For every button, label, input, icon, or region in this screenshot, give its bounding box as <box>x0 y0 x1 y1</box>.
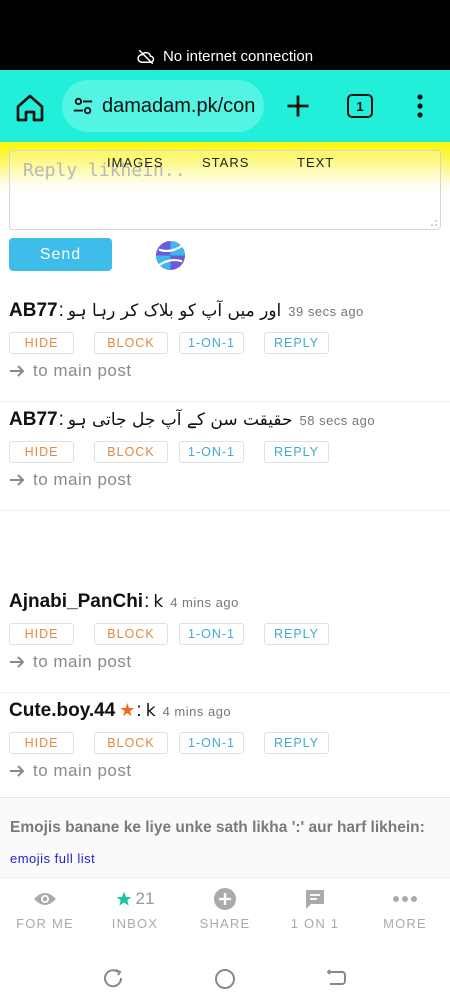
comment-time: 39 secs ago <box>288 304 364 319</box>
tab-stars[interactable]: STARS <box>202 155 249 170</box>
more-dots-icon <box>393 896 417 902</box>
cloud-off-icon <box>137 49 155 64</box>
reply-media-tabs: IMAGES STARS TEXT <box>0 155 450 171</box>
comment-username[interactable]: Ajnabi_PanChi <box>9 591 143 613</box>
to-main-post-text[interactable]: to main post <box>33 761 132 781</box>
app-screen: No internet connection damadam.pk/con 1 <box>0 0 450 1008</box>
chat-bubble-icon <box>306 890 324 909</box>
comment-item: Ajnabi_PanChi : k 4 mins ago HIDE BLOCK … <box>0 591 450 693</box>
back-icon[interactable] <box>327 968 347 988</box>
block-button[interactable]: BLOCK <box>94 623 168 645</box>
to-main-post-link[interactable]: to main post <box>9 761 132 781</box>
one-on-one-button[interactable]: 1-ON-1 <box>179 732 244 754</box>
arrow-right-icon <box>10 365 25 377</box>
comment-header: AB77 : حقیقت سن کے آپ جل جاتی ہو 58 secs… <box>9 409 375 439</box>
loading-spinner-icon <box>155 240 186 271</box>
eye-icon <box>34 893 56 905</box>
comment-header: AB77 : اور میں آپ کو بلاک کر رہا ہو 39 s… <box>9 300 364 330</box>
to-main-post-text[interactable]: to main post <box>33 361 132 381</box>
comment-username[interactable]: AB77 <box>9 409 58 431</box>
block-button[interactable]: BLOCK <box>94 332 168 354</box>
one-on-one-button[interactable]: 1-ON-1 <box>179 332 244 354</box>
nav-label: SHARE <box>199 916 251 931</box>
url-text[interactable]: damadam.pk/con <box>102 95 255 118</box>
inbox-count: 21 <box>135 889 155 908</box>
one-on-one-button[interactable]: 1-ON-1 <box>179 441 244 463</box>
arrow-right-icon <box>10 474 25 486</box>
comment-header: Ajnabi_PanChi : k 4 mins ago <box>9 591 239 621</box>
reply-button[interactable]: REPLY <box>264 732 329 754</box>
resize-grip-icon[interactable] <box>431 220 437 226</box>
colon-separator: : <box>136 700 142 721</box>
comment-item: AB77 : حقیقت سن کے آپ جل جاتی ہو 58 secs… <box>0 409 450 511</box>
colon-separator: : <box>58 300 64 321</box>
comment-message: k <box>153 592 164 612</box>
to-main-post-link[interactable]: to main post <box>9 470 132 490</box>
comment-item: AB77 : اور میں آپ کو بلاک کر رہا ہو 39 s… <box>0 300 450 402</box>
nav-share[interactable]: SHARE <box>180 886 270 938</box>
block-button[interactable]: BLOCK <box>94 441 168 463</box>
nav-label: INBOX <box>111 916 159 931</box>
comment-header: Cute.boy.44 ★ : k 4 mins ago <box>9 700 231 730</box>
tab-text[interactable]: TEXT <box>297 155 334 170</box>
reply-button[interactable]: REPLY <box>264 332 329 354</box>
nav-label: MORE <box>383 916 427 931</box>
site-settings-icon[interactable] <box>72 95 94 117</box>
emoji-hint-text: Emojis banane ke liye unke sath likha ':… <box>10 819 425 836</box>
hide-button[interactable]: HIDE <box>9 441 74 463</box>
home-circle-icon[interactable] <box>214 968 236 990</box>
hide-button[interactable]: HIDE <box>9 623 74 645</box>
comment-message: اور میں آپ کو بلاک کر رہا ہو <box>67 301 282 321</box>
system-navigation-bar <box>0 942 450 1008</box>
nav-one-on-one[interactable]: 1 ON 1 <box>270 886 360 938</box>
arrow-right-icon <box>10 656 25 668</box>
new-tab-icon[interactable] <box>284 92 312 120</box>
nav-for-me[interactable]: FOR ME <box>0 886 90 938</box>
reply-button[interactable]: REPLY <box>264 441 329 463</box>
comment-username[interactable]: Cute.boy.44 <box>9 700 115 722</box>
colon-separator: : <box>58 409 64 430</box>
comment-time: 4 mins ago <box>162 704 232 719</box>
network-status-text: No internet connection <box>162 48 314 65</box>
url-bar[interactable]: damadam.pk/con <box>62 80 264 132</box>
reply-button[interactable]: REPLY <box>264 623 329 645</box>
recents-icon[interactable] <box>103 968 123 988</box>
comment-time: 58 secs ago <box>299 413 376 428</box>
tab-switcher-button[interactable]: 1 <box>347 94 373 118</box>
tab-images[interactable]: IMAGES <box>107 155 164 170</box>
comment-time: 4 mins ago <box>170 595 239 610</box>
nav-label: 1 ON 1 <box>290 916 340 931</box>
block-button[interactable]: BLOCK <box>94 732 168 754</box>
colon-separator: : <box>144 591 150 612</box>
comment-username[interactable]: AB77 <box>9 300 58 322</box>
star-icon <box>116 891 131 906</box>
nav-inbox[interactable]: 21 INBOX <box>90 886 180 938</box>
hide-button[interactable]: HIDE <box>9 332 74 354</box>
to-main-post-link[interactable]: to main post <box>9 361 132 381</box>
plus-circle-icon <box>214 888 236 910</box>
to-main-post-link[interactable]: to main post <box>9 652 132 672</box>
nav-more[interactable]: MORE <box>360 886 450 938</box>
overflow-menu-icon[interactable] <box>408 92 432 120</box>
to-main-post-text[interactable]: to main post <box>33 470 132 490</box>
network-status: No internet connection <box>0 48 450 65</box>
one-on-one-button[interactable]: 1-ON-1 <box>179 623 244 645</box>
bottom-navigation: FOR ME 21 INBOX SHARE 1 ON 1 MORE <box>0 877 450 942</box>
arrow-right-icon <box>10 765 25 777</box>
emoji-help-panel: Emojis banane ke liye unke sath likha ':… <box>0 797 450 877</box>
emojis-full-list-link[interactable]: emojis full list <box>10 851 95 866</box>
nav-label: FOR ME <box>16 916 74 931</box>
star-badge-icon: ★ <box>119 700 136 721</box>
hide-button[interactable]: HIDE <box>9 732 74 754</box>
comment-item: Cute.boy.44 ★ : k 4 mins ago HIDE BLOCK … <box>0 700 450 802</box>
comment-message: حقیقت سن کے آپ جل جاتی ہو <box>67 410 293 430</box>
browser-toolbar: damadam.pk/con 1 <box>0 70 450 142</box>
send-button[interactable]: Send <box>9 238 112 271</box>
comment-message: k <box>145 701 156 721</box>
to-main-post-text[interactable]: to main post <box>33 652 132 672</box>
home-icon[interactable] <box>14 92 46 124</box>
status-bar: No internet connection <box>0 0 450 70</box>
